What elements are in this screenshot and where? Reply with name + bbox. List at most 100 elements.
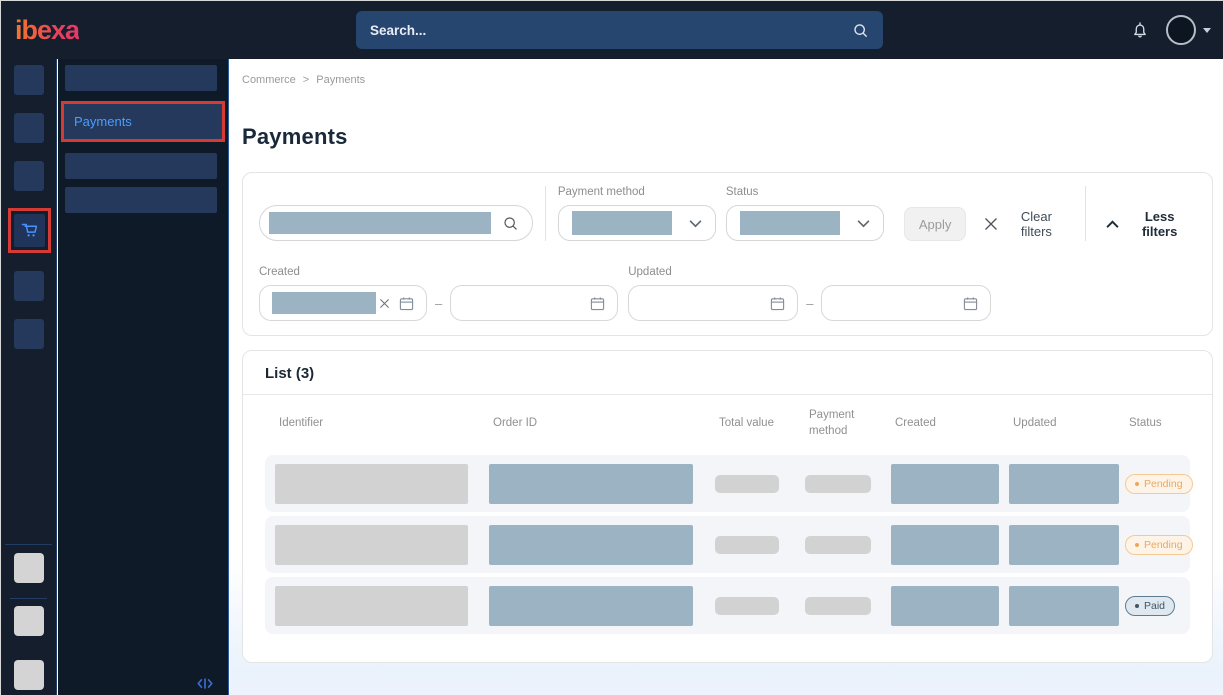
sidebar-item-placeholder-3[interactable]	[65, 153, 217, 179]
sidebar-item-label: Payments	[74, 114, 132, 129]
redacted-identifier	[275, 464, 468, 504]
redacted-updated	[1009, 464, 1119, 504]
search-icon	[852, 22, 869, 39]
sidebar-item-placeholder-1[interactable]	[65, 65, 217, 91]
redacted-order-id	[489, 525, 693, 565]
redacted-identifier	[275, 525, 468, 565]
table-row[interactable]: Paid	[265, 577, 1190, 634]
breadcrumb-separator: >	[303, 74, 309, 86]
range-separator: –	[806, 296, 813, 311]
redacted-payment-method	[805, 597, 871, 615]
cart-icon	[19, 220, 40, 241]
breadcrumb-item-commerce[interactable]: Commerce	[242, 74, 296, 86]
rail-icon-placeholder-6[interactable]	[14, 319, 44, 349]
user-menu-button[interactable]	[1166, 15, 1211, 45]
column-header-total-value: Total value	[719, 417, 809, 429]
created-range: –	[259, 285, 618, 321]
list-title: List (3)	[265, 365, 1190, 382]
status-select[interactable]	[726, 205, 884, 241]
calendar-icon[interactable]	[963, 296, 978, 311]
rail-icon-placeholder-1[interactable]	[14, 65, 44, 95]
status-badge: Paid	[1125, 596, 1175, 616]
redacted-identifier	[275, 586, 468, 626]
secondary-sidebar: Payments	[58, 59, 229, 696]
created-label: Created	[259, 266, 618, 278]
payment-method-field: Payment method	[558, 186, 716, 241]
column-header-status: Status	[1129, 417, 1178, 429]
column-header-payment-method: Payment method	[809, 407, 895, 439]
rail-icon-commerce[interactable]	[14, 214, 45, 247]
redacted-select-value	[740, 211, 840, 235]
redacted-created	[891, 586, 999, 626]
rail-icon-placeholder-3[interactable]	[14, 161, 44, 191]
payments-highlight-box: Payments	[61, 101, 225, 142]
filter-search-input[interactable]	[259, 205, 533, 241]
table-row[interactable]: Pending	[265, 516, 1190, 573]
topbar-actions	[1128, 1, 1211, 59]
status-badge: Pending	[1125, 474, 1193, 494]
created-from-input[interactable]	[259, 285, 427, 321]
rail-icon-placeholder-5[interactable]	[14, 271, 44, 301]
apply-button[interactable]: Apply	[904, 207, 967, 241]
status-label: Status	[726, 186, 884, 198]
divider	[10, 598, 47, 599]
calendar-icon[interactable]	[399, 296, 414, 311]
redacted-created	[891, 525, 999, 565]
notifications-button[interactable]	[1128, 18, 1152, 42]
less-filters-button[interactable]: Less filters	[1104, 207, 1196, 241]
updated-from-input[interactable]	[628, 285, 798, 321]
redacted-select-value	[572, 211, 672, 235]
divider	[5, 544, 52, 545]
redacted-order-id	[489, 464, 693, 504]
clear-date-icon[interactable]	[379, 298, 390, 309]
clear-filters-label: Clear filters	[1007, 209, 1065, 239]
range-separator: –	[435, 296, 442, 311]
updated-range: –	[628, 285, 991, 321]
list-panel: List (3) Identifier Order ID Total value…	[242, 350, 1213, 663]
redacted-total-value	[715, 475, 779, 493]
filters-panel: Payment method Status	[242, 172, 1213, 336]
breadcrumb: Commerce > Payments	[242, 59, 1213, 86]
app-window: ibexa Search...	[0, 0, 1224, 696]
sidebar-item-placeholder-4[interactable]	[65, 187, 217, 213]
redacted-payment-method	[805, 536, 871, 554]
less-filters-label: Less filters	[1129, 209, 1190, 239]
rail-bottom-icon-placeholder-2[interactable]	[14, 606, 44, 636]
chevron-up-icon	[1106, 220, 1119, 229]
status-badge: Pending	[1125, 535, 1193, 555]
redacted-total-value	[715, 536, 779, 554]
created-field: Created –	[259, 266, 618, 321]
search-placeholder: Search...	[370, 23, 852, 38]
column-header-order-id: Order ID	[493, 417, 719, 429]
updated-to-input[interactable]	[821, 285, 991, 321]
redacted-search-value	[269, 212, 491, 234]
created-to-input[interactable]	[450, 285, 618, 321]
rail-bottom-icon-placeholder-3[interactable]	[14, 660, 44, 690]
updated-field: Updated –	[628, 266, 991, 321]
app-logo[interactable]: ibexa	[15, 15, 79, 46]
chevron-down-icon	[1203, 28, 1211, 33]
filters-row-1: Payment method Status	[259, 186, 1196, 241]
calendar-icon[interactable]	[590, 296, 605, 311]
commerce-highlight-box	[8, 208, 51, 253]
clear-filters-button[interactable]: Clear filters	[982, 207, 1067, 241]
chevron-down-icon	[857, 219, 870, 228]
sidebar-collapse-button[interactable]	[194, 675, 216, 692]
rail-bottom-icon-placeholder-1[interactable]	[14, 553, 44, 583]
payment-method-select[interactable]	[558, 205, 716, 241]
search-icon	[502, 215, 519, 232]
table-row[interactable]: Pending	[265, 455, 1190, 512]
redacted-updated	[1009, 525, 1119, 565]
global-search-input[interactable]: Search...	[356, 11, 883, 49]
avatar	[1166, 15, 1196, 45]
calendar-icon[interactable]	[770, 296, 785, 311]
sidebar-item-payments[interactable]: Payments	[64, 104, 222, 139]
column-header-identifier: Identifier	[279, 417, 493, 429]
bell-icon	[1130, 20, 1150, 40]
breadcrumb-item-payments: Payments	[316, 74, 365, 86]
column-header-created: Created	[895, 417, 1013, 429]
redacted-total-value	[715, 597, 779, 615]
filters-row-2: Created –	[259, 266, 1196, 321]
rail-icon-placeholder-2[interactable]	[14, 113, 44, 143]
close-icon	[984, 217, 998, 231]
